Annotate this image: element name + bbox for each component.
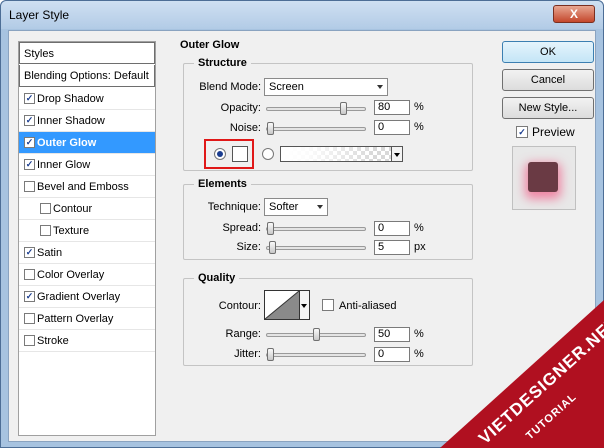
watermark-band xyxy=(440,300,604,448)
watermark-overlay: VIETDESIGNER.NET TUTORIAL xyxy=(440,300,604,448)
